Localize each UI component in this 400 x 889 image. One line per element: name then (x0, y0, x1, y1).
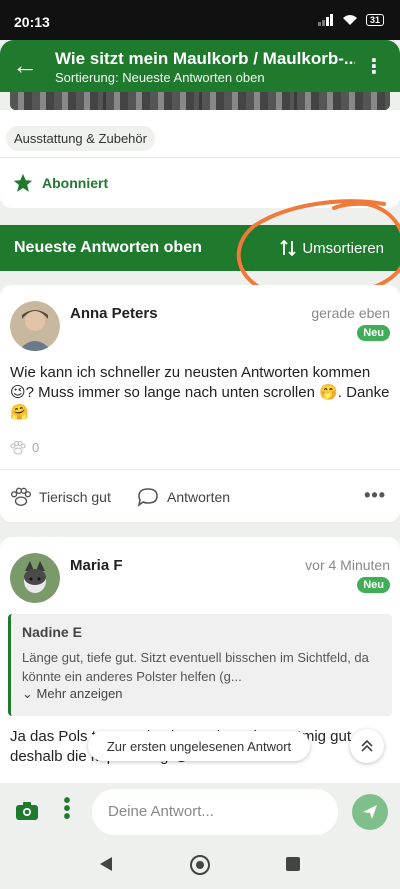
reply-button[interactable]: Antworten (136, 487, 230, 507)
nav-home-icon[interactable] (190, 855, 210, 875)
like-button[interactable]: Tierisch gut (10, 487, 111, 507)
nav-recents-icon[interactable] (286, 857, 300, 871)
status-bar: 20:13 31 (0, 0, 400, 40)
subscribe-toggle[interactable]: Abonniert (12, 172, 108, 194)
reply-label: Antworten (167, 489, 231, 505)
star-icon (13, 173, 33, 192)
post-time: gerade eben (311, 305, 390, 321)
author-name[interactable]: Maria F (70, 557, 123, 574)
author-name[interactable]: Anna Peters (70, 305, 158, 322)
jump-to-unread-button[interactable]: Zur ersten ungelesenen Antwort (88, 731, 310, 761)
app-bar: ← Wie sitzt mein Maulkorb / Maulkorb-...… (0, 40, 400, 92)
nav-back-icon[interactable] (98, 856, 114, 872)
subscribed-label: Abonniert (42, 175, 109, 191)
comment-icon (137, 488, 158, 507)
sort-arrows-icon (280, 239, 296, 257)
signal-icon (317, 14, 333, 26)
avatar[interactable] (10, 301, 60, 351)
quote-text: Länge gut, tiefe gut. Sitzt eventuell bi… (22, 650, 369, 684)
quoted-reply[interactable]: Nadine E Länge gut, tiefe gut. Sitzt eve… (8, 614, 392, 716)
paw-count: 0 (10, 440, 39, 455)
compose-bar: • • • Deine Antwort... (0, 783, 400, 841)
more-horiz-icon[interactable]: ••• (364, 485, 386, 506)
camera-icon[interactable] (15, 801, 39, 821)
send-button[interactable] (352, 794, 388, 830)
topic-card: Ausstattung & Zubehör Abonniert (0, 110, 400, 208)
sort-label: Neueste Antworten oben (14, 239, 202, 256)
resort-button[interactable]: Umsortieren (280, 239, 384, 257)
wifi-icon (342, 15, 357, 25)
system-nav-bar (0, 841, 400, 889)
paw-icon (10, 440, 26, 454)
more-vert-icon[interactable]: ⋮ (364, 54, 384, 79)
category-tag[interactable]: Ausstattung & Zubehör (6, 126, 155, 151)
paw-count-value: 0 (32, 440, 40, 455)
battery-icon: 31 (365, 14, 384, 26)
show-more-label: Mehr anzeigen (36, 686, 123, 701)
double-chevron-up-icon (361, 739, 373, 752)
sort-subtitle: Sortierung: Neueste Antworten oben (55, 70, 265, 85)
divider (0, 469, 400, 470)
new-badge: Neu (357, 325, 390, 341)
back-arrow-icon[interactable]: ← (12, 52, 38, 78)
show-more-link[interactable]: ⌄ Mehr anzeigen (22, 686, 123, 702)
scroll-top-button[interactable] (350, 729, 384, 763)
avatar[interactable] (10, 553, 60, 603)
thread-title: Wie sitzt mein Maulkorb / Maulkorb-... (55, 49, 355, 68)
quote-author: Nadine E (22, 624, 82, 640)
post-text: Wie kann ich schneller zu neusten Antwor… (10, 364, 390, 421)
sort-bar: Neueste Antworten oben Umsortieren (0, 225, 400, 271)
more-vert-icon[interactable]: • • • (62, 791, 72, 827)
status-icons: 31 (317, 14, 384, 26)
paw-icon (10, 487, 32, 506)
photo-strip[interactable] (10, 92, 390, 110)
post-card: Anna Peters gerade eben Neu Wie kann ich… (0, 285, 400, 522)
divider (0, 157, 400, 158)
new-badge: Neu (357, 577, 390, 593)
chevron-down-icon: ⌄ (22, 686, 33, 701)
like-label: Tierisch gut (39, 489, 111, 505)
resort-label: Umsortieren (302, 239, 384, 257)
send-icon (363, 805, 377, 819)
reply-input[interactable]: Deine Antwort... (92, 789, 338, 835)
post-time: vor 4 Minuten (305, 557, 390, 573)
status-time: 20:13 (14, 14, 50, 30)
